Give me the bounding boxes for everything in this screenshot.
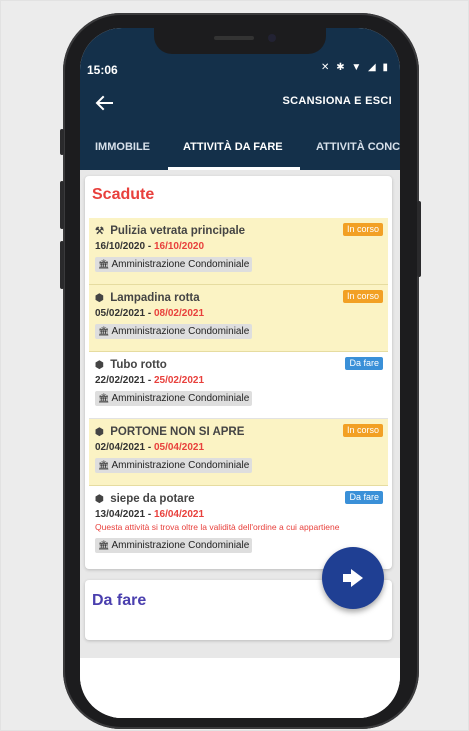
scan-and-exit-button[interactable]: SCANSIONA E ESCI xyxy=(282,95,392,107)
task-dates: 16/10/2020 - 16/10/2020 xyxy=(95,239,382,254)
task-title: Tubo rotto xyxy=(110,359,167,371)
owner-label: Amministrazione Condominiale xyxy=(111,259,250,270)
task-dates: 02/04/2021 - 05/04/2021 xyxy=(95,440,382,455)
task-end-date: 16/10/2020 xyxy=(153,241,205,252)
date-separator: - xyxy=(145,241,154,252)
owner-label: Amministrazione Condominiale xyxy=(111,540,250,551)
task-end-date: 08/02/2021 xyxy=(153,308,205,319)
owner-chip: 🏛 Amministrazione Condominiale xyxy=(95,391,253,406)
section-title-todo: Da fare xyxy=(92,592,147,609)
arrow-left-icon xyxy=(95,95,113,111)
task-title-row: ⚒ Pulizia vetrata principale xyxy=(95,223,382,239)
exit-icon xyxy=(343,569,363,587)
bank-icon: 🏛 xyxy=(98,460,110,470)
task-start-date: 05/02/2021 xyxy=(95,308,146,319)
status-badge: Da fare xyxy=(345,357,383,370)
expired-section-card: Scadute ⚒ Pulizia vetrata principale 16/… xyxy=(85,176,392,569)
task-dates: 22/02/2021 - 25/02/2021 xyxy=(95,373,382,388)
task-start-date: 02/04/2021 xyxy=(95,442,146,453)
volume-up-button xyxy=(60,181,64,229)
app-bar: SCANSIONA E ESCI xyxy=(80,80,400,126)
content-area: Scadute ⚒ Pulizia vetrata principale 16/… xyxy=(80,170,400,718)
owner-chip: 🏛 Amministrazione Condominiale xyxy=(95,538,253,553)
screenshot-frame: 15:06 ✕ ✱ ▼ ◢ ▮ SCANSIONA E ESCI IMMOBIL… xyxy=(0,0,469,731)
tab-bar: IMMOBILE ATTIVITÀ DA FARE ATTIVITÀ CONC xyxy=(80,126,400,170)
status-time: 15:06 xyxy=(87,63,118,77)
task-title: Lampadina rotta xyxy=(110,292,200,304)
phone-screen: 15:06 ✕ ✱ ▼ ◢ ▮ SCANSIONA E ESCI IMMOBIL… xyxy=(80,28,400,718)
owner-chip: 🏛 Amministrazione Condominiale xyxy=(95,458,253,473)
task-end-date: 16/04/2021 xyxy=(153,509,205,520)
status-badge: Da fare xyxy=(345,491,383,504)
box-icon: ⬢ xyxy=(95,293,104,304)
tab-activities-todo[interactable]: ATTIVITÀ DA FARE xyxy=(183,141,283,153)
status-badge: In corso xyxy=(342,424,383,437)
tools-icon: ⚒ xyxy=(95,226,104,237)
task-dates: 13/04/2021 - 16/04/2021 xyxy=(95,507,382,522)
task-item[interactable]: ⬢ Tubo rotto 22/02/2021 - 25/02/2021 🏛 Am… xyxy=(89,352,388,419)
task-title-row: ⬢ PORTONE NON SI APRE xyxy=(95,424,382,440)
status-badge: In corso xyxy=(342,223,383,236)
status-icons: ✕ ✱ ▼ ◢ ▮ xyxy=(321,62,390,73)
date-separator: - xyxy=(145,442,154,453)
box-icon: ⬢ xyxy=(95,427,104,438)
date-separator: - xyxy=(145,375,154,386)
volume-down-button xyxy=(60,241,64,289)
task-dates: 05/02/2021 - 08/02/2021 xyxy=(95,306,382,321)
task-item[interactable]: ⚒ Pulizia vetrata principale 16/10/2020 … xyxy=(89,218,388,285)
task-title: PORTONE NON SI APRE xyxy=(110,426,245,438)
back-button[interactable] xyxy=(94,90,120,116)
task-title-row: ⬢ siepe da potare xyxy=(95,491,382,507)
task-title-row: ⬢ Lampadina rotta xyxy=(95,290,382,306)
task-item[interactable]: ⬢ Lampadina rotta 05/02/2021 - 08/02/202… xyxy=(89,285,388,352)
task-end-date: 05/04/2021 xyxy=(153,442,205,453)
mute-switch xyxy=(60,129,64,155)
task-title: Pulizia vetrata principale xyxy=(110,225,246,237)
bank-icon: 🏛 xyxy=(98,540,110,550)
owner-label: Amministrazione Condominiale xyxy=(111,460,250,471)
task-title-row: ⬢ Tubo rotto xyxy=(95,357,382,373)
task-start-date: 22/02/2021 xyxy=(95,375,146,386)
empty-area xyxy=(80,658,400,718)
task-end-date: 25/02/2021 xyxy=(153,375,205,386)
speaker-grille xyxy=(214,36,254,40)
task-start-date: 13/04/2021 xyxy=(95,509,146,520)
task-item[interactable]: ⬢ PORTONE NON SI APRE 02/04/2021 - 05/04… xyxy=(89,419,388,486)
box-icon: ⬢ xyxy=(95,360,104,371)
owner-chip: 🏛 Amministrazione Condominiale xyxy=(95,257,253,272)
owner-label: Amministrazione Condominiale xyxy=(111,326,250,337)
section-title-expired: Scadute xyxy=(92,186,155,203)
validity-warning: Questa attività si trova oltre la validi… xyxy=(95,522,340,532)
status-badge: In corso xyxy=(342,290,383,303)
owner-label: Amministrazione Condominiale xyxy=(111,393,250,404)
owner-chip: 🏛 Amministrazione Condominiale xyxy=(95,324,253,339)
date-separator: - xyxy=(145,308,154,319)
bank-icon: 🏛 xyxy=(98,393,110,403)
task-title: siepe da potare xyxy=(110,493,195,505)
tab-activities-completed[interactable]: ATTIVITÀ CONC xyxy=(316,141,400,153)
exit-fab-button[interactable] xyxy=(322,547,384,609)
power-button xyxy=(417,201,421,277)
date-separator: - xyxy=(145,509,154,520)
bank-icon: 🏛 xyxy=(98,326,110,336)
bank-icon: 🏛 xyxy=(98,259,110,269)
task-start-date: 16/10/2020 xyxy=(95,241,146,252)
tab-property[interactable]: IMMOBILE xyxy=(95,141,150,153)
box-icon: ⬢ xyxy=(95,494,104,505)
notch xyxy=(154,28,326,54)
front-camera xyxy=(268,34,276,42)
